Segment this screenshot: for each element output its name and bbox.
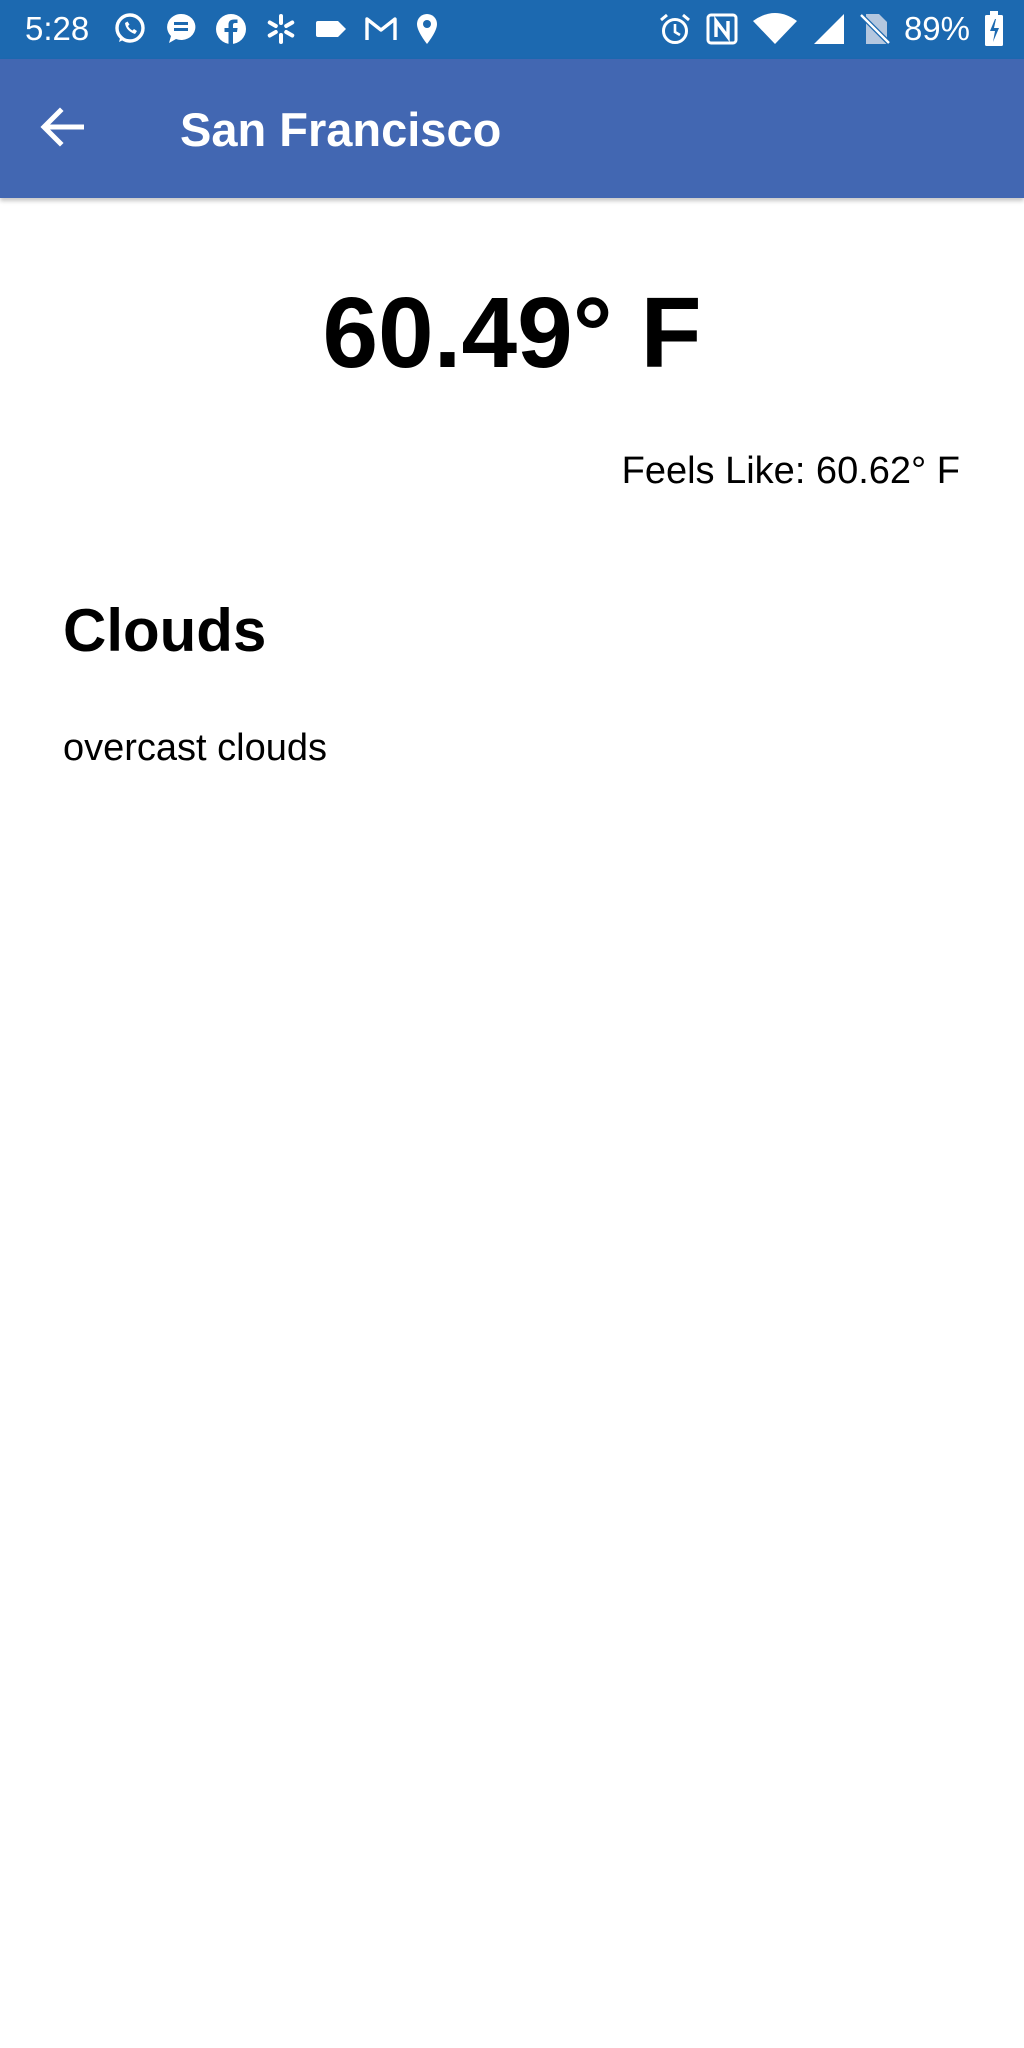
arrow-back-icon [40,106,85,152]
temperature-value: 60.49° F [322,277,702,389]
weather-condition-description: overcast clouds [63,727,328,769]
walmart-icon [264,12,298,46]
status-time: 5:28 [25,10,90,47]
status-bar: 5:28 89% [0,0,1024,59]
tag-icon [314,15,348,43]
battery-percent: 89% [903,10,970,47]
page-title: San Francisco [180,103,502,156]
facebook-icon [214,12,248,46]
alarm-icon [658,12,692,46]
no-sim-icon [859,12,890,46]
nfc-icon [706,13,738,45]
screen: 5:28 89% San Francisco 60.49° F Feels Li… [0,0,1024,2048]
messaging-icon [164,11,198,47]
back-button[interactable] [30,97,94,161]
weather-condition-heading: Clouds [63,597,267,664]
app-bar: San Francisco [0,59,1024,198]
system-icons: 89% [658,11,1004,47]
whatsapp-icon [112,11,148,47]
battery-icon [984,11,1004,47]
feels-like-text: Feels Like: 60.62° F [621,450,960,492]
notification-icons [112,11,440,47]
signal-icon [812,13,846,45]
location-pin-icon [414,12,440,46]
gmail-icon [364,15,398,43]
wifi-icon [752,13,798,45]
